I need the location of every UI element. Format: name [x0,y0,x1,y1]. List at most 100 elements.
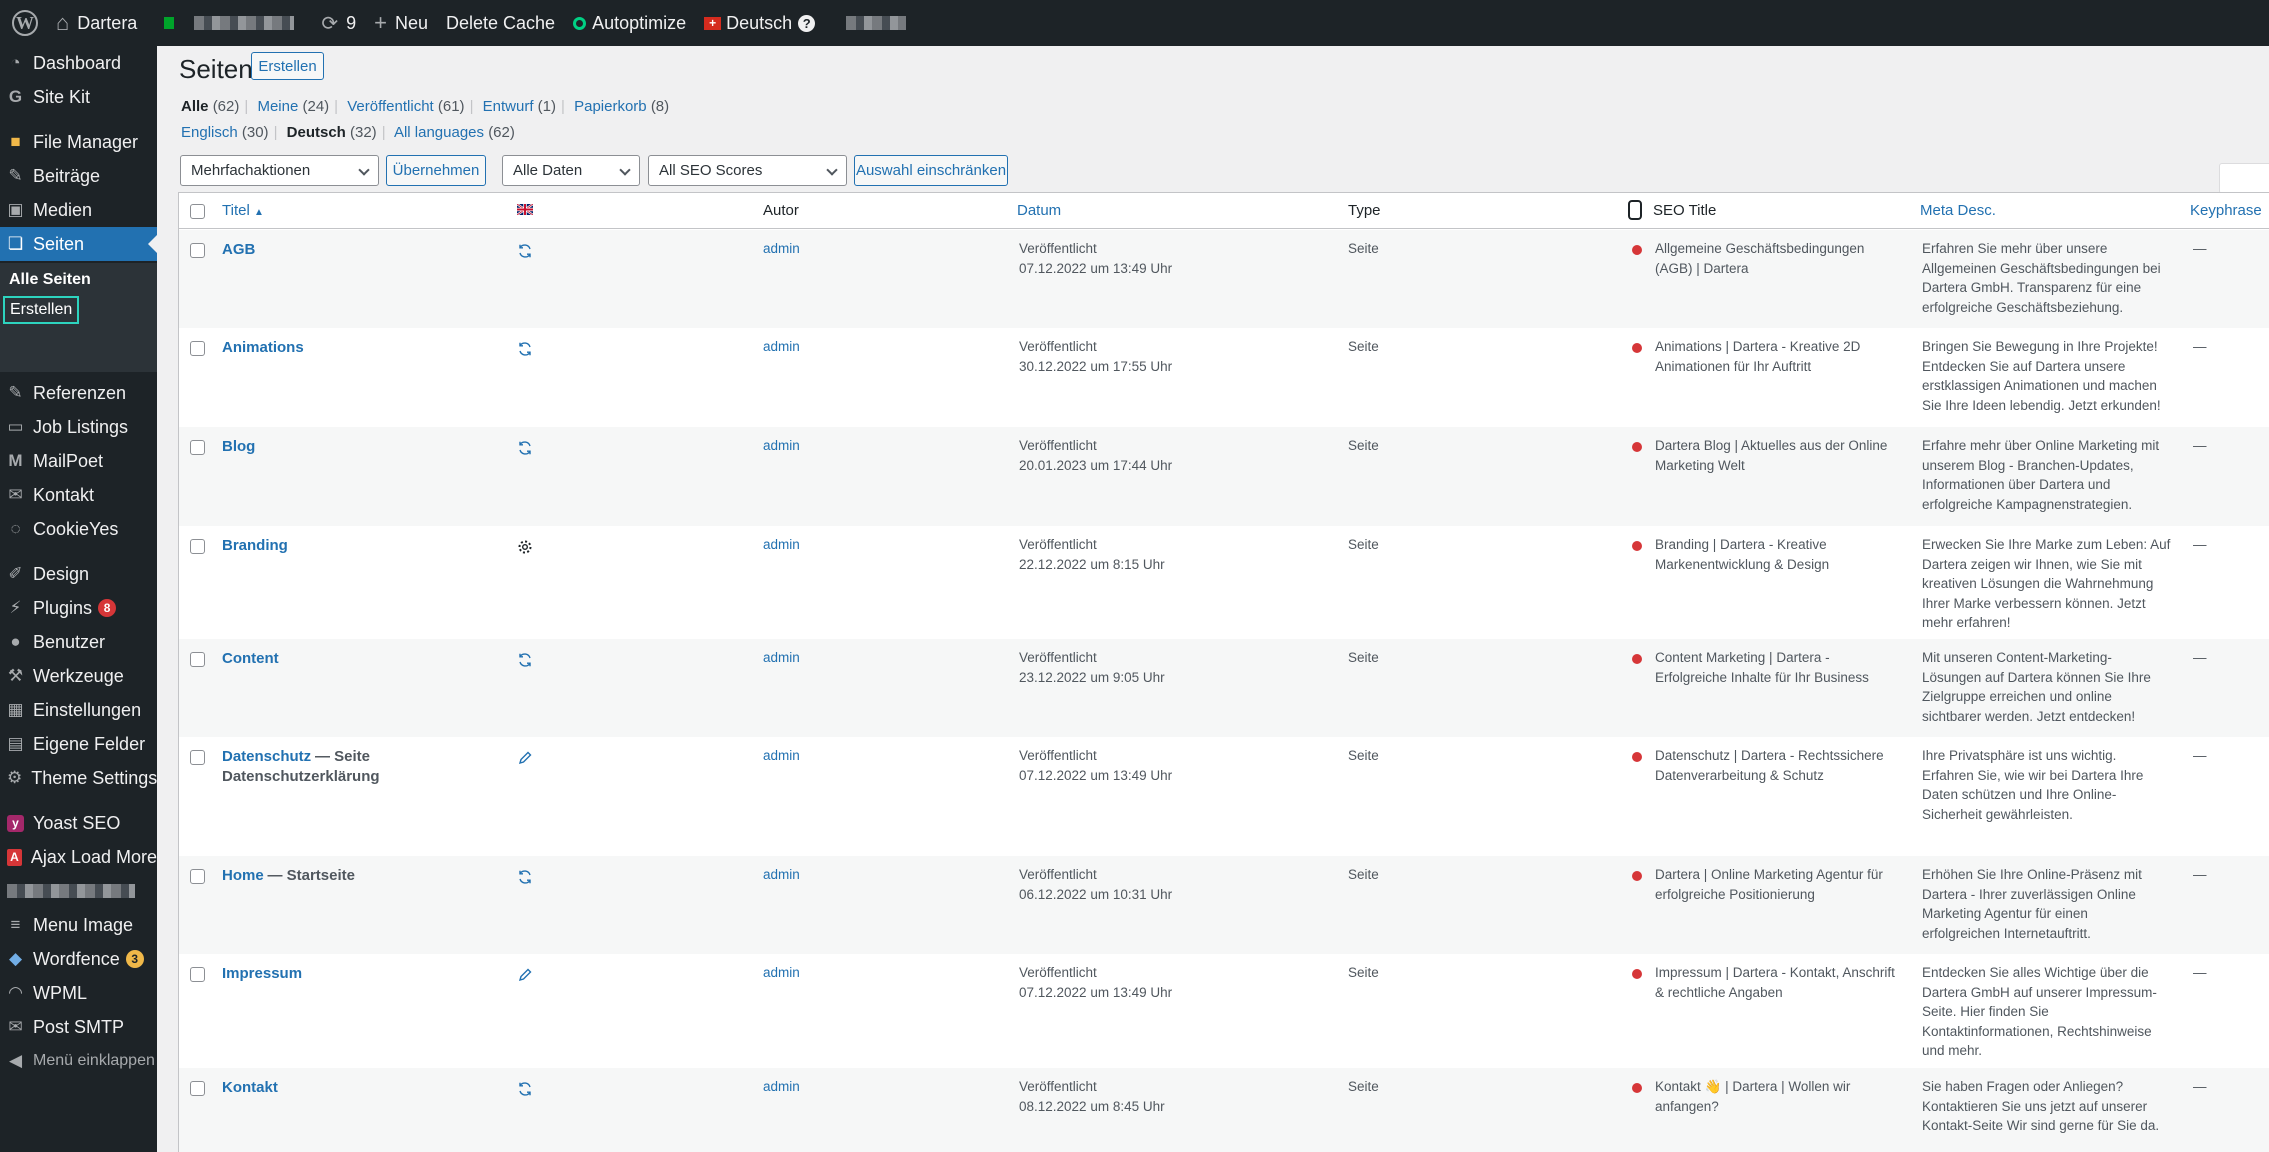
sidebar-item-menu-image[interactable]: ≡ Menu Image [0,908,157,942]
blurred-menu-item[interactable] [146,0,303,46]
apply-bulk-button[interactable]: Übernehmen [386,155,486,186]
view-trash[interactable]: Papierkorb (8) [574,98,669,115]
sidebar-item-dashboard[interactable]: ◔ Dashboard [0,46,157,80]
delete-cache-button[interactable]: Delete Cache [437,0,564,46]
row-checkbox[interactable] [190,652,205,667]
post-type: Seite [1348,241,1379,256]
bulk-actions-select[interactable]: Mehrfachaktionen [180,155,379,186]
sidebar-item-mailpoet[interactable]: M MailPoet [0,444,157,478]
row-checkbox[interactable] [190,869,205,884]
pencil-icon[interactable] [517,750,533,766]
sidebar-item-design[interactable]: ✐ Design [0,557,157,591]
sidebar-item-pages[interactable]: ❏ Seiten [0,227,157,261]
sync-icon[interactable] [517,652,533,668]
site-name-menu[interactable]: ⌂ Dartera [47,0,146,46]
page-title-link[interactable]: Animations [222,339,304,356]
author-link[interactable]: admin [763,436,800,456]
filter-button[interactable]: Auswahl einschränken [854,155,1008,186]
sync-icon[interactable] [517,440,533,456]
page-title-link[interactable]: AGB [222,241,255,258]
sidebar-item-users[interactable]: ● Benutzer [0,625,157,659]
sync-icon[interactable] [517,243,533,259]
row-checkbox[interactable] [190,967,205,982]
sidebar-item-ajax-load-more[interactable]: A Ajax Load More [0,840,157,874]
sidebar-item-yoast-seo[interactable]: y Yoast SEO [0,806,157,840]
author-link[interactable]: admin [763,865,800,885]
author-link[interactable]: admin [763,535,800,555]
updates-menu[interactable]: ⟳ 9 [303,0,365,46]
row-checkbox[interactable] [190,341,205,356]
meta-description-line: unserem Blog - Branchen-Updates, [1922,457,2134,473]
author-link[interactable]: admin [763,1077,800,1097]
page-title-link[interactable]: Kontakt [222,1079,278,1096]
help-icon[interactable]: ? [798,14,816,32]
page-title-link[interactable]: Branding [222,537,288,554]
date-filter-select[interactable]: Alle Daten [502,155,640,186]
sidebar-item-posts[interactable]: ✎ Beiträge [0,159,157,193]
sidebar-item-site-kit[interactable]: G Site Kit [0,80,157,114]
collapse-menu-button[interactable]: ◀ Menü einklappen [0,1044,157,1078]
sidebar-item-settings[interactable]: ▦ Einstellungen [0,693,157,727]
author-link[interactable]: admin [763,963,800,983]
sidebar-item-tools[interactable]: ⚒ Werkzeuge [0,659,157,693]
sync-icon[interactable] [517,1081,533,1097]
page-title-link[interactable]: Impressum [222,965,302,982]
sync-icon[interactable] [517,341,533,357]
author-link[interactable]: admin [763,337,800,357]
language-switcher[interactable]: + Deutsch ? [695,0,824,46]
view-draft[interactable]: Entwurf (1) [483,98,556,115]
sidebar-item-wpml[interactable]: ◠ WPML [0,976,157,1010]
sidebar-item-media[interactable]: ▣ Medien [0,193,157,227]
view-all[interactable]: Alle (62) [181,98,239,115]
column-date[interactable]: Datum [1017,202,1061,219]
sidebar-item-cookieyes[interactable]: ◌ CookieYes [0,512,157,546]
column-meta-desc[interactable]: Meta Desc. [1920,202,1996,219]
language-all[interactable]: All languages (62) [394,124,515,141]
column-title[interactable]: Titel ▲ [222,202,264,219]
blurred-menu-item-2[interactable] [824,0,915,46]
row-checkbox[interactable] [190,243,205,258]
row-checkbox[interactable] [190,1081,205,1096]
gear-icon[interactable] [517,539,533,555]
sync-icon[interactable] [517,869,533,885]
sidebar-item-references[interactable]: ✎ Referenzen [0,376,157,410]
sidebar-item-file-manager[interactable]: ■ File Manager [0,125,157,159]
collapse-arrow-icon: ◀ [8,1051,23,1070]
author-link[interactable]: admin [763,648,800,668]
sidebar-item-job-listings[interactable]: ▭ Job Listings [0,410,157,444]
sidebar-item-post-smtp[interactable]: ✉ Post SMTP [0,1010,157,1044]
sidebar-item-theme-settings[interactable]: ⚙ Theme Settings [0,761,157,795]
view-mine[interactable]: Meine (24) [257,98,329,115]
wordpress-logo-menu[interactable]: W [0,0,47,46]
submenu-create-page[interactable]: Erstellen [3,296,80,324]
sidebar-item-wordfence[interactable]: ◆ Wordfence 3 [0,942,157,976]
submenu-all-pages[interactable]: Alle Seiten [9,271,91,289]
author-link[interactable]: admin [763,239,800,259]
new-content-menu[interactable]: + Neu [365,0,437,46]
page-title-link[interactable]: Content [222,650,279,667]
sidebar-item-blurred[interactable] [0,874,157,908]
row-checkbox[interactable] [190,750,205,765]
sidebar-item-plugins[interactable]: ⚡ Plugins 8 [0,591,157,625]
add-new-page-button[interactable]: Erstellen [251,52,324,80]
select-all-checkbox[interactable] [190,204,205,219]
sidebar-item-contact[interactable]: ✉ Kontakt [0,478,157,512]
pencil-icon[interactable] [517,967,533,983]
row-checkbox[interactable] [190,440,205,455]
sidebar-item-label: Menu Image [33,914,134,935]
row-checkbox[interactable] [190,539,205,554]
sidebar-item-label: Kontakt [33,484,95,505]
sidebar-item-custom-fields[interactable]: ▤ Eigene Felder [0,727,157,761]
page-title-link[interactable]: Blog [222,438,255,455]
page-title-link[interactable]: Home [222,867,264,884]
language-german[interactable]: Deutsch (32) [287,124,377,141]
author-link[interactable]: admin [763,746,800,766]
autoptimize-menu[interactable]: Autoptimize [564,0,695,46]
column-keyphrase[interactable]: Keyphrase [2190,202,2262,219]
language-english[interactable]: Englisch (30) [181,124,269,141]
seo-score-indicator-icon [1632,442,1642,452]
view-published[interactable]: Veröffentlicht (61) [347,98,464,115]
search-input[interactable] [2219,163,2269,194]
page-title-link[interactable]: Datenschutz [222,748,311,765]
seo-score-filter-select[interactable]: All SEO Scores [648,155,847,186]
